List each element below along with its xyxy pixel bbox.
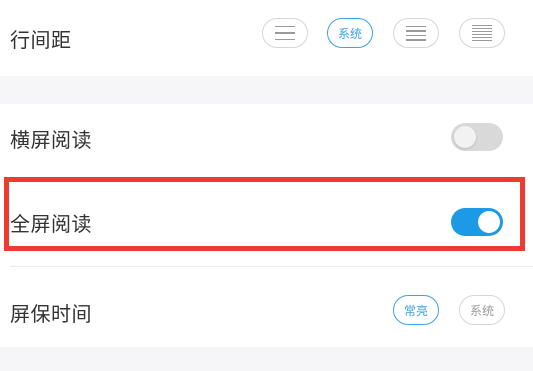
highlight-box (4, 177, 525, 251)
line-spacing-loose-button[interactable] (459, 18, 505, 48)
six-lines-icon (472, 24, 492, 42)
line-spacing-system-button[interactable]: 系统 (327, 18, 373, 48)
three-lines-icon (275, 25, 295, 41)
four-lines-icon (406, 25, 426, 41)
landscape-reading-toggle[interactable] (451, 123, 503, 151)
landscape-reading-row: 横屏阅读 (0, 104, 533, 172)
section-gap-bottom (0, 347, 533, 371)
line-spacing-compact-button[interactable] (262, 18, 308, 48)
landscape-reading-label: 横屏阅读 (10, 128, 92, 152)
screen-timeout-row: 屏保时间 (0, 267, 533, 347)
screen-timeout-label: 屏保时间 (10, 302, 92, 326)
section-gap (0, 76, 533, 104)
toggle-knob (454, 126, 476, 148)
screen-timeout-system-button[interactable]: 系统 (459, 295, 505, 325)
line-spacing-label: 行间距 (10, 28, 72, 52)
line-spacing-row: 行间距 系统 (0, 0, 533, 76)
line-spacing-system-label: 系统 (337, 26, 362, 41)
screen-timeout-always-on-button[interactable]: 常亮 (393, 295, 439, 325)
line-spacing-medium-button[interactable] (393, 18, 439, 48)
